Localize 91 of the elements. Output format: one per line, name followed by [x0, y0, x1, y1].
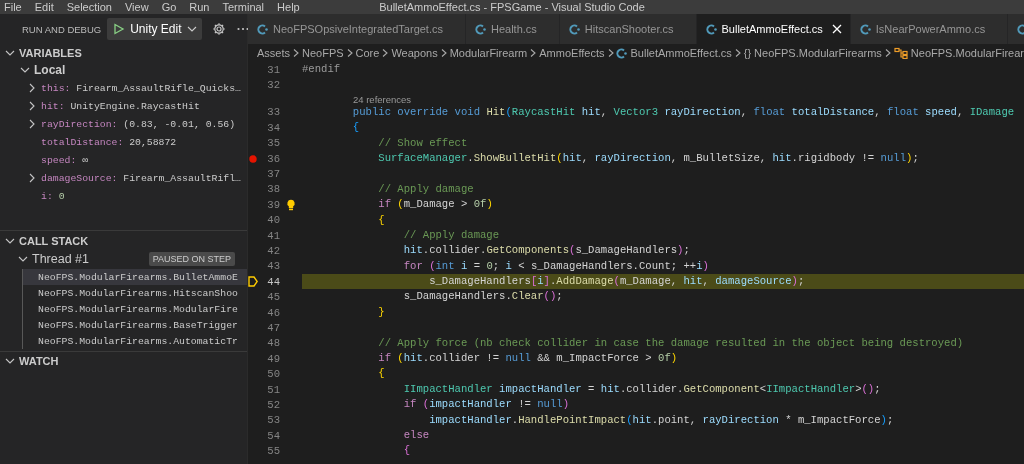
line-number: 32	[266, 79, 280, 92]
code-line: }	[377, 305, 385, 318]
menu-item[interactable]: Selection	[66, 0, 112, 14]
menu-item[interactable]: Go	[161, 0, 177, 14]
editor-tab[interactable]: BulletAmmoEffect.cs	[696, 14, 851, 44]
line-number: 36	[266, 152, 280, 165]
stack-frame[interactable]: NeoFPS.ModularFirearms.HitscanShoo	[23, 285, 247, 301]
section-title: VARIABLES	[19, 46, 82, 59]
line-number: 42	[266, 245, 280, 257]
editor-tab[interactable]: HitscanShooter.cs	[559, 14, 697, 44]
code-line: // Apply damage	[402, 228, 500, 241]
code-line: {	[402, 444, 411, 457]
line-number: 47	[266, 321, 280, 334]
code-line: // Apply damage	[377, 182, 474, 195]
line-number: 50	[266, 368, 280, 381]
status-badge: PAUSED ON STEP	[148, 252, 235, 266]
variable-entry[interactable]: totalDistance: 20,58872	[41, 136, 177, 148]
line-number: 34	[266, 121, 280, 134]
menu-item[interactable]: View	[124, 0, 149, 14]
code-line: public override void Hit(RaycastHit hit, Vector3 rayDirection, float totalDistance, float speed, IDamage	[351, 105, 1015, 118]
line-number: 55	[266, 445, 280, 458]
line-number: 39	[266, 198, 280, 211]
menu-item[interactable]: Edit	[34, 0, 54, 14]
configuration-dropdown[interactable]: Unity Edit	[107, 18, 202, 40]
editor-tab[interactable]: IsNearPowerAmmo.cs	[850, 14, 1009, 44]
code-line: #endif	[302, 63, 341, 75]
menu-item[interactable]: File	[4, 0, 22, 14]
code-line: {	[377, 213, 385, 226]
stack-frame[interactable]: NeoFPS.ModularFirearms.BaseTrigger	[23, 317, 247, 333]
line-number: 52	[266, 398, 280, 411]
code-line: if (m_Damage > 0f)	[377, 198, 493, 211]
panel-title: RUN AND DEBUG	[22, 23, 102, 35]
line-number: 41	[266, 229, 280, 242]
line-number: 31	[266, 63, 280, 76]
code-line: s_DamageHandlers[i].AddDamage(m_Damage, hit, damageSource);	[428, 275, 805, 288]
code-line: s_DamageHandlers.Clear();	[402, 290, 563, 303]
code-line: for (int i = 0; i < s_DamageHandlers.Count; ++i)	[402, 259, 709, 272]
breadcrumb-item[interactable]: BulletAmmoEffect.cs	[616, 47, 732, 59]
codelens-link[interactable]: 24 references	[353, 93, 412, 105]
code-line: else	[402, 429, 430, 441]
menu-item[interactable]: Run	[189, 0, 210, 14]
breadcrumb-item[interactable]: ModularFirearm	[449, 47, 528, 59]
breadcrumb-item[interactable]: Assets	[257, 47, 290, 59]
line-number: 40	[266, 214, 280, 227]
code-line: // Show effect	[377, 136, 468, 149]
breadcrumb-item[interactable]: {} NeoFPS.ModularFirearms	[743, 47, 882, 59]
line-number: 44	[266, 275, 280, 288]
variable-entry[interactable]: i: 0	[41, 190, 65, 202]
section-title: CALL STACK	[19, 234, 89, 247]
menu-item[interactable]: Terminal	[222, 0, 265, 14]
scope-label: Local	[34, 63, 66, 77]
line-number: 46	[266, 306, 280, 319]
code-line: if (hit.collider != null && m_ImpactForce > 0f)	[377, 352, 678, 365]
code-line: {	[351, 121, 360, 134]
line-number: 38	[266, 183, 280, 196]
thread-label[interactable]: Thread #1	[32, 252, 89, 266]
code-line: impactHandler.HandlePointImpact(hit.point, rayDirection * m_ImpactForce);	[428, 413, 894, 426]
section-title: WATCH	[19, 354, 59, 367]
breadcrumb-item[interactable]: Core	[355, 47, 380, 59]
line-number: 51	[266, 383, 280, 396]
line-number: 53	[266, 414, 280, 427]
variable-entry[interactable]: speed: ∞	[41, 154, 89, 166]
line-number: 37	[266, 168, 280, 181]
stack-frame[interactable]: NeoFPS.ModularFirearms.ModularFire	[23, 301, 247, 317]
menu-item[interactable]: Help	[277, 0, 300, 14]
stack-frame[interactable]: NeoFPS.ModularFirearms.AutomaticTr	[23, 333, 247, 349]
window-title: BulletAmmoEffect.cs - FPSGame - Visual Studio Code	[379, 1, 645, 13]
editor-tab[interactable]: Health.cs	[466, 14, 560, 44]
code-line: SurfaceManager.ShowBulletHit(hit, rayDirection, m_BulletSize, hit.rigidbody != null);	[377, 151, 919, 164]
variable-entry[interactable]: hit: UnityEngine.RaycastHit	[41, 100, 200, 112]
line-number: 45	[266, 291, 280, 304]
line-number: 43	[266, 260, 280, 273]
line-number: 33	[266, 106, 280, 119]
stack-frame[interactable]: NeoFPS.ModularFirearms.BulletAmmoE	[23, 269, 247, 285]
breadcrumb-item[interactable]: Weapons	[391, 47, 438, 59]
line-number: 48	[266, 337, 280, 350]
code-line: // Apply force (nb check collider in case the damage resulted in the object being destroyed)	[377, 336, 964, 349]
editor-tab[interactable]: NeoFPSOpsiveIntegratedTarget.cs	[248, 14, 466, 44]
breadcrumb-item[interactable]: NeoFPS	[302, 47, 344, 59]
line-number: 35	[266, 137, 280, 150]
line-number: 49	[266, 352, 280, 365]
variable-entry[interactable]: damageSource: Firearm_AssaultRifl…	[41, 172, 241, 184]
breadcrumb-item[interactable]: NeoFPS.ModularFirear	[893, 47, 1024, 59]
code-line: hit.collider.GetComponents(s_DamageHandlers);	[402, 244, 690, 257]
variable-entry[interactable]: this: Firearm_AssaultRifle_Quicks…	[41, 82, 241, 94]
code-line: if (impactHandler != null)	[402, 398, 570, 411]
code-line: IImpactHandler impactHandler = hit.collider.GetComponent<IImpactHandler>();	[402, 382, 881, 395]
breadcrumb-item[interactable]: AmmoEffects	[539, 47, 605, 59]
code-line: {	[377, 367, 385, 380]
line-number: 54	[266, 429, 280, 442]
variable-entry[interactable]: rayDirection: (0.83, -0.01, 0.56)	[41, 118, 236, 130]
